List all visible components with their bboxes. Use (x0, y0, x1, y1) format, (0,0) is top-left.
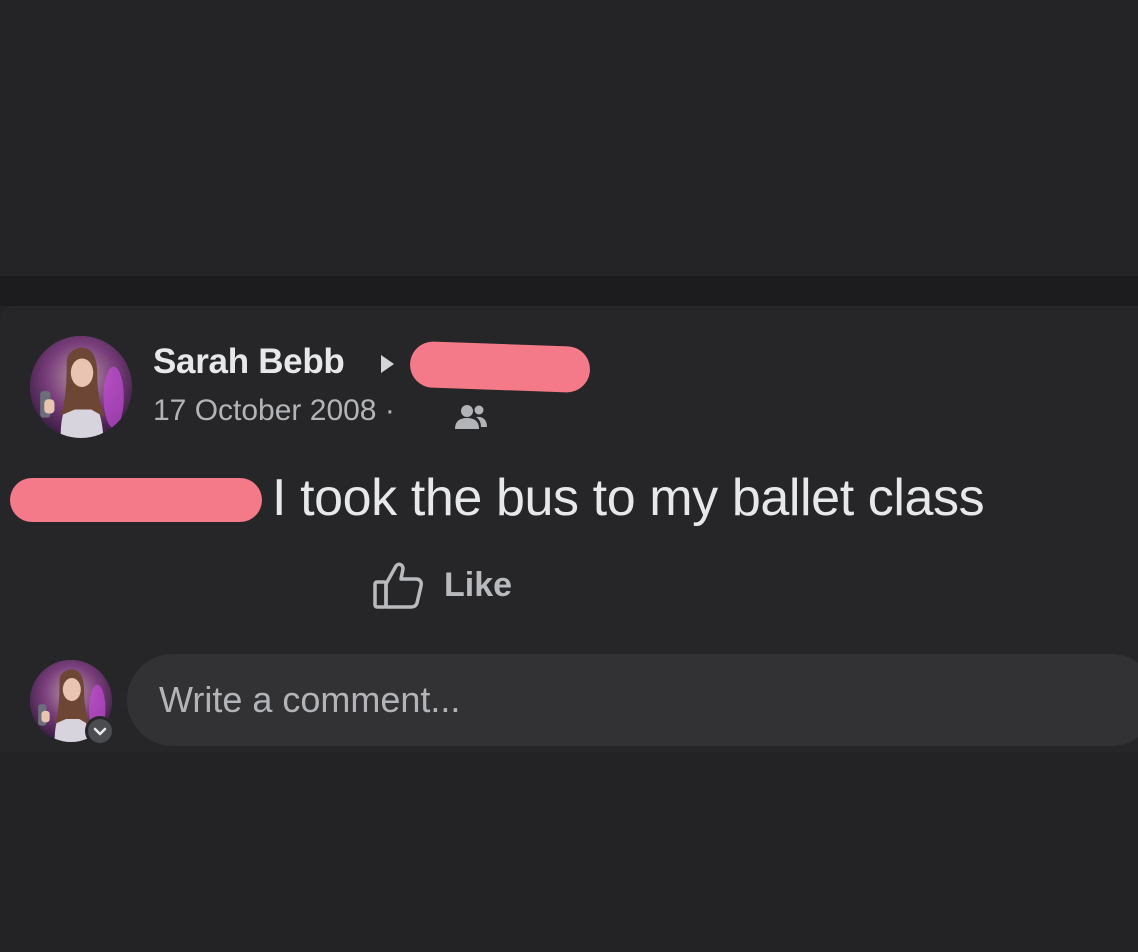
comment-box[interactable] (127, 654, 1138, 746)
thumbs-up-icon (373, 562, 423, 609)
friends-icon[interactable] (454, 402, 488, 432)
empty-feed-area (0, 0, 1138, 276)
post-body-text: I took the bus to my ballet class (272, 469, 985, 527)
like-button[interactable]: Like (372, 558, 512, 612)
caret-right-icon (381, 355, 394, 373)
like-label: Like (444, 565, 513, 604)
avatar-menu-button[interactable] (85, 716, 115, 746)
author-name[interactable]: Sarah Bebb (153, 342, 345, 382)
feed-separator (0, 276, 1138, 306)
redacted-mention (10, 478, 262, 522)
comment-input[interactable] (159, 654, 1059, 746)
author-avatar[interactable] (30, 336, 132, 438)
page: Sarah Bebb 17 October 2008 · I took the … (0, 0, 1138, 952)
post-date[interactable]: 17 October 2008 · (153, 394, 395, 428)
redacted-target-name (409, 340, 591, 394)
post-card: Sarah Bebb 17 October 2008 · I took the … (0, 306, 1138, 752)
author-avatar-image (30, 336, 132, 438)
chevron-down-icon (93, 727, 107, 736)
